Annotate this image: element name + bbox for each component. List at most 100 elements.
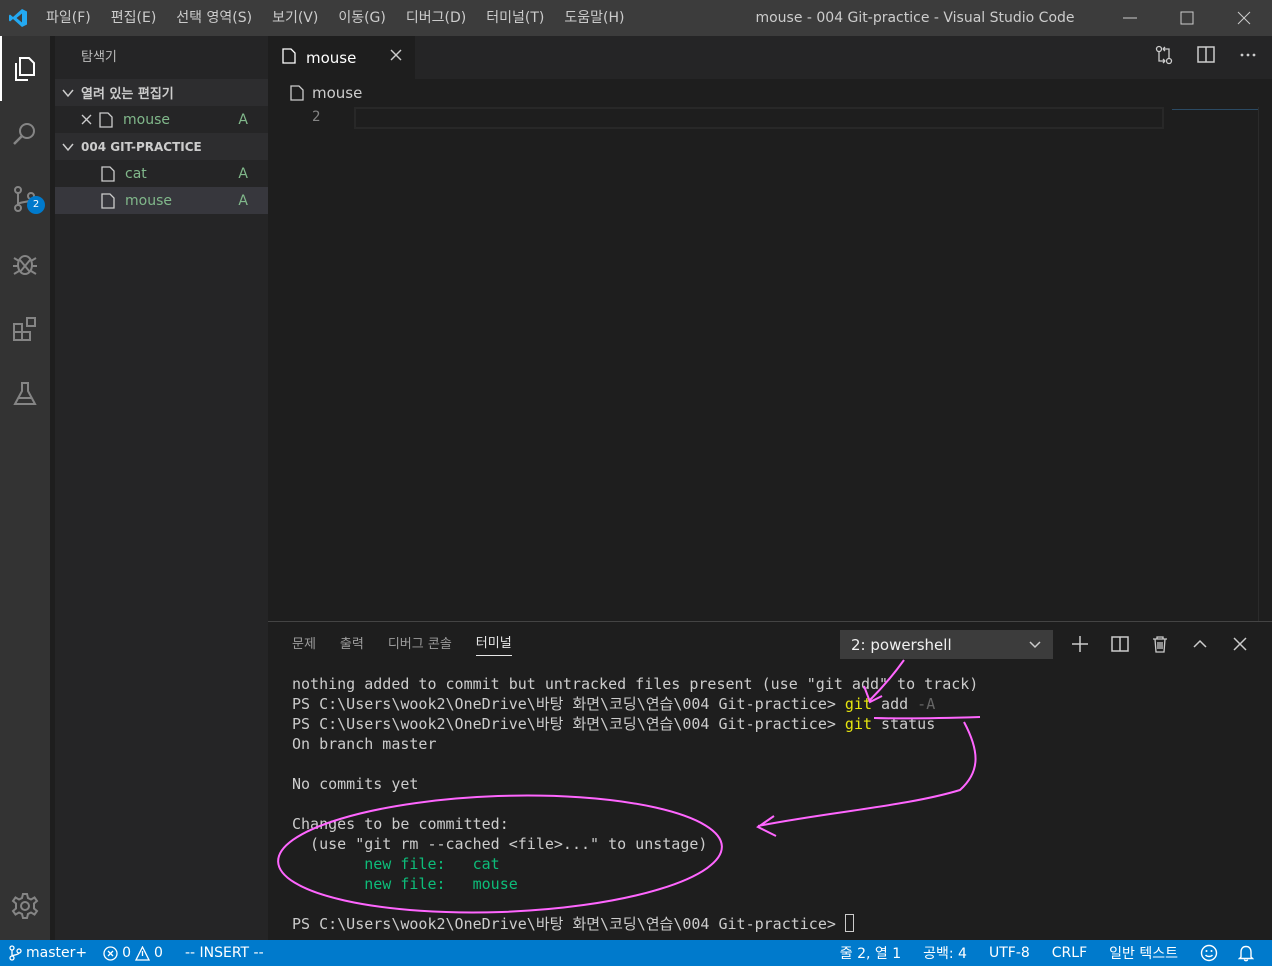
close-panel-button[interactable] [1230, 632, 1250, 656]
feedback-button[interactable] [1192, 940, 1226, 966]
vscode-logo-icon [0, 0, 36, 36]
branch-status[interactable]: master+ [0, 940, 95, 966]
maximize-panel-button[interactable] [1190, 632, 1210, 656]
chevron-down-icon [55, 141, 81, 153]
menu-file[interactable]: 파일(F) [36, 0, 101, 36]
terminal-command-flag: -A [917, 695, 936, 713]
close-tab-icon[interactable] [389, 48, 403, 66]
tab-label: mouse [306, 48, 357, 67]
file-icon [282, 47, 296, 68]
panel-actions [1070, 632, 1250, 656]
file-item-mouse[interactable]: mouse A [55, 187, 268, 214]
open-changes-icon[interactable] [1154, 44, 1174, 70]
open-editors-header[interactable]: 열려 있는 편집기 [55, 79, 268, 106]
menu-edit[interactable]: 편집(E) [101, 0, 167, 36]
activity-explorer[interactable] [0, 36, 50, 101]
bell-icon [1238, 945, 1254, 962]
files-icon [15, 56, 35, 81]
code-editor[interactable]: 2 [268, 107, 1272, 621]
error-icon [103, 945, 118, 961]
current-line-highlight [354, 107, 1164, 129]
terminal-select-value: 2: powershell [851, 636, 952, 654]
minimize-icon [1122, 17, 1137, 19]
editor-scrollbar[interactable] [1258, 107, 1272, 621]
terminal-line: PS C:\Users\wook2\OneDrive\바탕 화면\코딩\연습\0… [292, 694, 978, 714]
file-icon [101, 192, 125, 209]
terminal-prompt: PS C:\Users\wook2\OneDrive\바탕 화면\코딩\연습\0… [292, 695, 845, 713]
trash-icon [1153, 636, 1167, 653]
encoding[interactable]: UTF-8 [981, 940, 1038, 966]
terminal-cursor [844, 914, 854, 932]
maximize-button[interactable] [1158, 0, 1215, 36]
editor-group: mouse mouse 2 [268, 36, 1272, 621]
indentation[interactable]: 공백: 4 [915, 940, 975, 966]
minimap[interactable] [1172, 109, 1258, 110]
close-editor-icon[interactable] [81, 114, 99, 125]
close-window-button[interactable] [1215, 0, 1272, 36]
language-mode[interactable]: 일반 텍스트 [1101, 940, 1186, 966]
terminal-line: PS C:\Users\wook2\OneDrive\바탕 화면\코딩\연습\0… [292, 714, 978, 734]
terminal-select[interactable]: 2: powershell [840, 630, 1053, 659]
terminal-prompt: PS C:\Users\wook2\OneDrive\바탕 화면\코딩\연습\0… [292, 915, 845, 933]
branch-name: master+ [26, 945, 88, 961]
breadcrumb-file[interactable]: mouse [312, 84, 362, 102]
status-bar: master+ 0 0 -- INSERT -- 줄 2, 열 1 공백: 4 … [0, 940, 1272, 966]
folder-header[interactable]: 004 GIT-PRACTICE [55, 133, 268, 160]
chevron-down-icon [1028, 631, 1042, 668]
activity-bar: 2 [0, 36, 50, 940]
activity-extensions[interactable] [0, 296, 50, 361]
tab-mouse[interactable]: mouse [268, 36, 415, 79]
sidebar-title: 탐색기 [81, 50, 117, 65]
menu-debug[interactable]: 디버그(D) [396, 0, 476, 36]
terminal-command-args: status [872, 715, 936, 733]
minimize-button[interactable] [1101, 0, 1158, 36]
problems-status[interactable]: 0 0 [95, 940, 171, 966]
kill-terminal-button[interactable] [1150, 632, 1170, 656]
cursor-position[interactable]: 줄 2, 열 1 [832, 940, 909, 966]
more-actions-icon[interactable] [1238, 44, 1258, 70]
activity-test[interactable] [0, 361, 50, 426]
warning-count: 0 [154, 945, 163, 961]
new-file-label: new file: [292, 855, 473, 873]
settings-button[interactable] [0, 886, 50, 926]
open-editor-item[interactable]: mouse A [55, 106, 268, 133]
tab-output[interactable]: 출력 [340, 633, 364, 656]
activity-debug[interactable] [0, 231, 50, 296]
file-label: mouse [125, 192, 172, 209]
notifications-button[interactable] [1230, 940, 1262, 966]
new-file-name: cat [472, 855, 500, 873]
search-icon [13, 122, 35, 145]
breadcrumb[interactable]: mouse [268, 79, 1272, 107]
split-terminal-button[interactable] [1110, 632, 1130, 656]
terminal-line: new file: mouse [292, 874, 978, 894]
close-icon [1233, 637, 1247, 651]
bottom-panel: 문제 출력 디버그 콘솔 터미널 2: powershell nothing a… [268, 621, 1272, 940]
maximize-icon [1180, 11, 1193, 25]
line-ending[interactable]: CRLF [1044, 940, 1095, 966]
terminal-line: On branch master [292, 735, 437, 753]
warning-icon [135, 945, 151, 961]
terminal-line: PS C:\Users\wook2\OneDrive\바탕 화면\코딩\연습\0… [292, 914, 978, 934]
file-item-cat[interactable]: cat A [55, 160, 268, 187]
terminal-line: Changes to be committed: [292, 815, 509, 833]
terminal-command: git [844, 715, 873, 733]
menu-view[interactable]: 보기(V) [262, 0, 328, 36]
activity-search[interactable] [0, 101, 50, 166]
plus-icon [1072, 636, 1088, 652]
new-terminal-button[interactable] [1070, 632, 1090, 656]
tab-terminal[interactable]: 터미널 [475, 632, 512, 656]
terminal-output[interactable]: nothing added to commit but untracked fi… [292, 674, 978, 934]
split-icon [1111, 636, 1129, 652]
tab-debug-console[interactable]: 디버그 콘솔 [388, 633, 452, 656]
menu-go[interactable]: 이동(G) [328, 0, 396, 36]
close-icon [1237, 11, 1250, 25]
explorer-sidebar: 탐색기 열려 있는 편집기 mouse A 004 GIT-PRACTICE c… [55, 36, 268, 940]
window-controls [1101, 0, 1272, 36]
tab-problems[interactable]: 문제 [292, 633, 316, 656]
menu-terminal[interactable]: 터미널(T) [476, 0, 554, 36]
chevron-down-icon [55, 87, 81, 99]
menu-selection[interactable]: 선택 영역(S) [166, 0, 262, 36]
menu-help[interactable]: 도움말(H) [554, 0, 634, 36]
split-editor-icon[interactable] [1196, 44, 1216, 70]
terminal-command: git [844, 695, 873, 713]
